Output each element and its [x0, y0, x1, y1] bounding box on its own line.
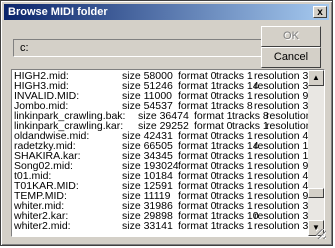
vertical-scrollbar[interactable]: ▲ ▼ — [308, 70, 324, 236]
resize-grip-icon[interactable] — [316, 229, 326, 239]
browse-midi-dialog: Browse MIDI folder x c: OK Cancel HIGH2.… — [0, 0, 333, 246]
title-bar: Browse MIDI folder x — [4, 4, 329, 20]
cancel-button[interactable]: Cancel — [261, 47, 321, 68]
window-title: Browse MIDI folder — [8, 6, 108, 18]
file-size: size 33141 — [122, 220, 173, 232]
folder-path-field[interactable]: c: — [13, 39, 267, 57]
close-icon[interactable]: x — [313, 6, 327, 18]
ok-button[interactable]: OK — [261, 26, 321, 47]
list-item[interactable]: whiter2.mid: size 33141 format 1 tracks 1 re… — [14, 220, 320, 232]
scroll-thumb[interactable] — [308, 188, 324, 198]
midi-file-list[interactable]: HIGH2.mid: size 58000 format 0 tracks 1 reso… — [11, 69, 325, 237]
file-format: format 1 — [178, 220, 217, 232]
file-tracks: tracks 1 — [216, 220, 253, 232]
scroll-up-icon[interactable]: ▲ — [308, 70, 324, 86]
file-rows: HIGH2.mid: size 58000 format 0 tracks 1 reso… — [14, 71, 324, 232]
file-name: whiter2.mid: — [14, 220, 71, 232]
